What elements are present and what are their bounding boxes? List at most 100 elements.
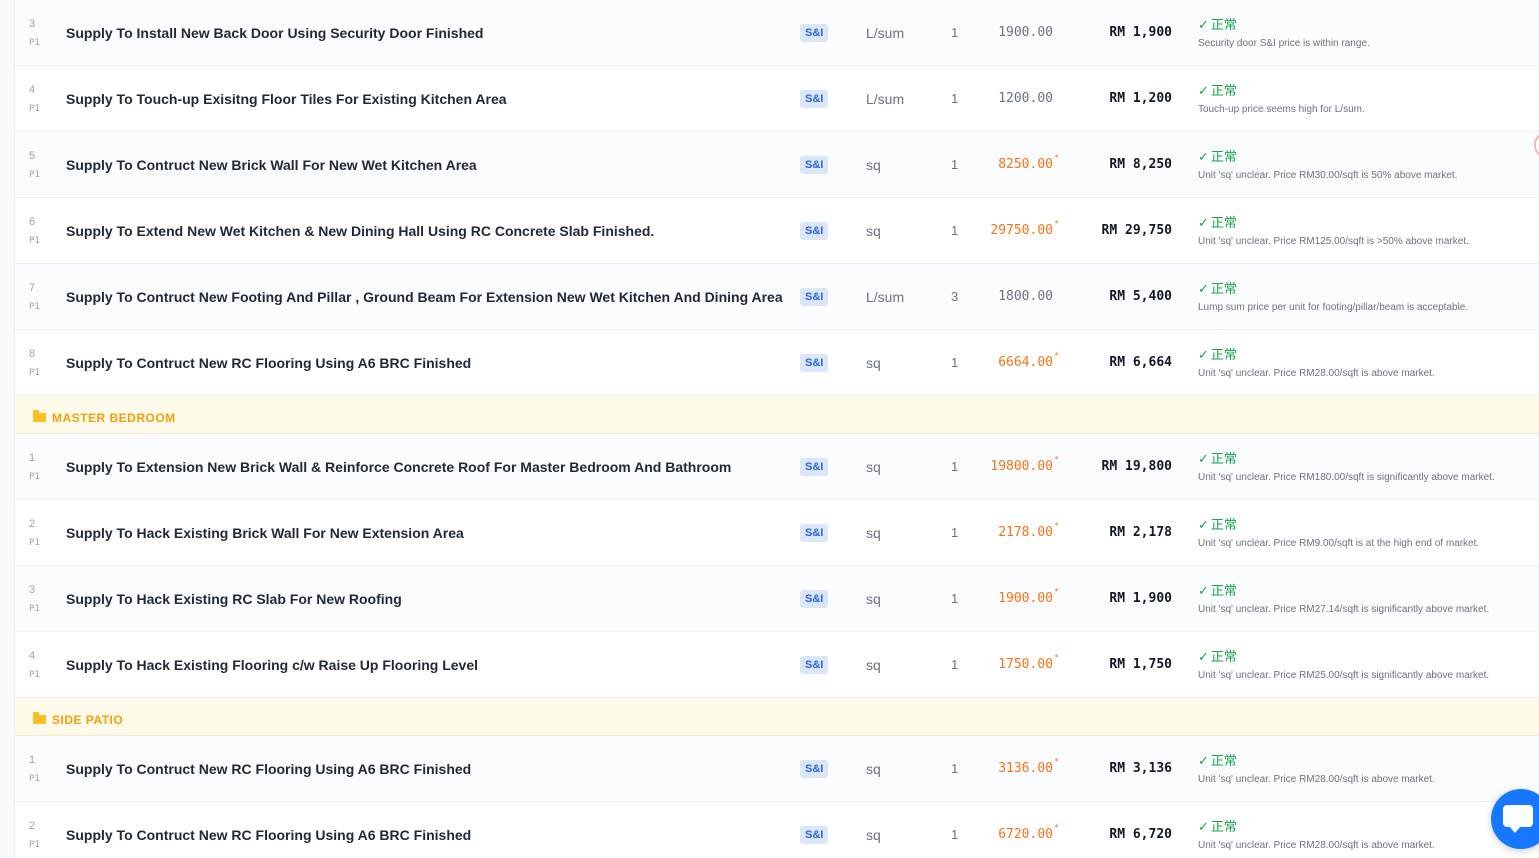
item-total: RM 29,750	[1101, 223, 1172, 238]
item-description: Supply To Extension New Brick Wall & Rei…	[66, 459, 732, 475]
review-note: Unit 'sq' unclear. Price RM125.00/sqft i…	[1198, 236, 1469, 247]
rate-flag-marker: *	[1054, 455, 1059, 464]
section-header-side-patio[interactable]: SIDE PATIO	[15, 698, 1539, 736]
folder-icon	[33, 712, 46, 724]
item-total: RM 6,720	[1109, 827, 1172, 842]
item-quantity: 3	[951, 289, 959, 304]
item-description: Supply To Install New Back Door Using Se…	[66, 25, 484, 41]
item-rate: 29750.00 *	[990, 219, 1059, 238]
status-badge: ✓ 正常	[1198, 750, 1237, 769]
row-page: P1	[29, 840, 40, 850]
table-row[interactable]: 4 P1 Supply To Touch-up Exisitng Floor T…	[15, 66, 1539, 132]
table-row[interactable]: 3 P1 Supply To Install New Back Door Usi…	[15, 0, 1539, 66]
item-unit: sq	[866, 223, 881, 239]
table-row[interactable]: 5 P1 Supply To Contruct New Brick Wall F…	[15, 132, 1539, 198]
table-row[interactable]: 6 P1 Supply To Extend New Wet Kitchen & …	[15, 198, 1539, 264]
item-description: Supply To Touch-up Exisitng Floor Tiles …	[66, 91, 507, 107]
group-side-patio: 1 P1 Supply To Contruct New RC Flooring …	[15, 736, 1539, 858]
item-quantity: 1	[951, 761, 959, 776]
status-text: 正常	[1210, 753, 1237, 768]
item-description: Supply To Contruct New Brick Wall For Ne…	[66, 157, 477, 173]
item-rate: 1200.00	[998, 91, 1053, 106]
sni-badge: S&I	[800, 288, 829, 306]
item-rate-value: 1750.00	[998, 657, 1053, 672]
table-row[interactable]: 4 P1 Supply To Hack Existing Flooring c/…	[15, 632, 1539, 698]
status-text: 正常	[1210, 83, 1237, 98]
section-title: SIDE PATIO	[52, 713, 124, 727]
row-page: P1	[29, 236, 40, 246]
table-row[interactable]: 8 P1 Supply To Contruct New RC Flooring …	[15, 330, 1539, 396]
table-row[interactable]: 3 P1 Supply To Hack Existing RC Slab For…	[15, 566, 1539, 632]
item-rate: 6720.00 *	[998, 823, 1059, 842]
review-note: Unit 'sq' unclear. Price RM27.14/sqft is…	[1198, 604, 1490, 615]
item-description: Supply To Contruct New RC Flooring Using…	[66, 761, 472, 777]
row-page: P1	[29, 604, 40, 614]
section-header-master-bedroom[interactable]: MASTER BEDROOM	[15, 396, 1539, 434]
status-text: 正常	[1210, 149, 1237, 164]
item-description: Supply To Hack Existing RC Slab For New …	[66, 591, 402, 607]
row-index: 4	[29, 650, 36, 662]
status-text: 正常	[1210, 451, 1237, 466]
item-description: Supply To Contruct New Footing And Pilla…	[66, 289, 783, 305]
row-index: 7	[29, 282, 36, 294]
rate-flag-marker: *	[1054, 653, 1059, 662]
sni-badge: S&I	[800, 826, 829, 844]
item-unit: sq	[866, 827, 881, 843]
check-icon: ✓	[1198, 583, 1209, 598]
row-index: 8	[29, 348, 36, 360]
sni-badge: S&I	[800, 590, 829, 608]
item-quantity: 1	[951, 25, 959, 40]
row-index: 3	[29, 18, 36, 30]
row-index: 6	[29, 216, 36, 228]
status-text: 正常	[1210, 281, 1237, 296]
item-description: Supply To Contruct New RC Flooring Using…	[66, 827, 472, 843]
item-quantity: 1	[951, 355, 959, 370]
status-badge: ✓ 正常	[1198, 514, 1237, 533]
check-icon: ✓	[1198, 517, 1209, 532]
group-top: 3 P1 Supply To Install New Back Door Usi…	[15, 0, 1539, 396]
item-total: RM 1,900	[1109, 25, 1172, 40]
folder-icon	[33, 410, 46, 422]
item-rate: 1750.00 *	[998, 653, 1059, 672]
item-unit: L/sum	[866, 25, 905, 41]
sni-badge: S&I	[800, 760, 829, 778]
item-total: RM 1,200	[1109, 91, 1172, 106]
row-index: 1	[29, 754, 36, 766]
item-total: RM 3,136	[1109, 761, 1172, 776]
table-row[interactable]: 7 P1 Supply To Contruct New Footing And …	[15, 264, 1539, 330]
item-rate: 1900.00	[998, 25, 1053, 40]
rate-flag-marker: *	[1054, 587, 1059, 596]
row-index: 2	[29, 518, 36, 530]
check-icon: ✓	[1198, 819, 1209, 834]
item-quantity: 1	[951, 591, 959, 606]
sni-badge: S&I	[800, 656, 829, 674]
status-text: 正常	[1210, 583, 1237, 598]
rate-flag-marker: *	[1054, 823, 1059, 832]
item-rate-value: 1800.00	[998, 289, 1053, 304]
table-row[interactable]: 1 P1 Supply To Contruct New RC Flooring …	[15, 736, 1539, 802]
row-index: 1	[29, 452, 36, 464]
row-page: P1	[29, 170, 40, 180]
item-rate: 2178.00 *	[998, 521, 1059, 540]
check-icon: ✓	[1198, 281, 1209, 296]
table-row[interactable]: 2 P1 Supply To Contruct New RC Flooring …	[15, 802, 1539, 858]
rate-flag-marker: *	[1054, 153, 1059, 162]
left-rail	[0, 0, 15, 858]
row-page: P1	[29, 472, 40, 482]
status-badge: ✓ 正常	[1198, 580, 1237, 599]
sni-badge: S&I	[800, 458, 829, 476]
table-row[interactable]: 1 P1 Supply To Extension New Brick Wall …	[15, 434, 1539, 500]
item-rate-value: 3136.00	[998, 761, 1053, 776]
item-total: RM 19,800	[1101, 459, 1172, 474]
status-badge: ✓ 正常	[1198, 344, 1237, 363]
review-note: Unit 'sq' unclear. Price RM28.00/sqft is…	[1198, 774, 1435, 785]
sni-badge: S&I	[800, 524, 829, 542]
item-rate-value: 29750.00	[990, 223, 1053, 238]
table-row[interactable]: 2 P1 Supply To Hack Existing Brick Wall …	[15, 500, 1539, 566]
rate-flag-marker: *	[1054, 757, 1059, 766]
item-total: RM 8,250	[1109, 157, 1172, 172]
item-rate: 1900.00 *	[998, 587, 1059, 606]
check-icon: ✓	[1198, 83, 1209, 98]
item-rate: 8250.00 *	[998, 153, 1059, 172]
sni-badge: S&I	[800, 354, 829, 372]
